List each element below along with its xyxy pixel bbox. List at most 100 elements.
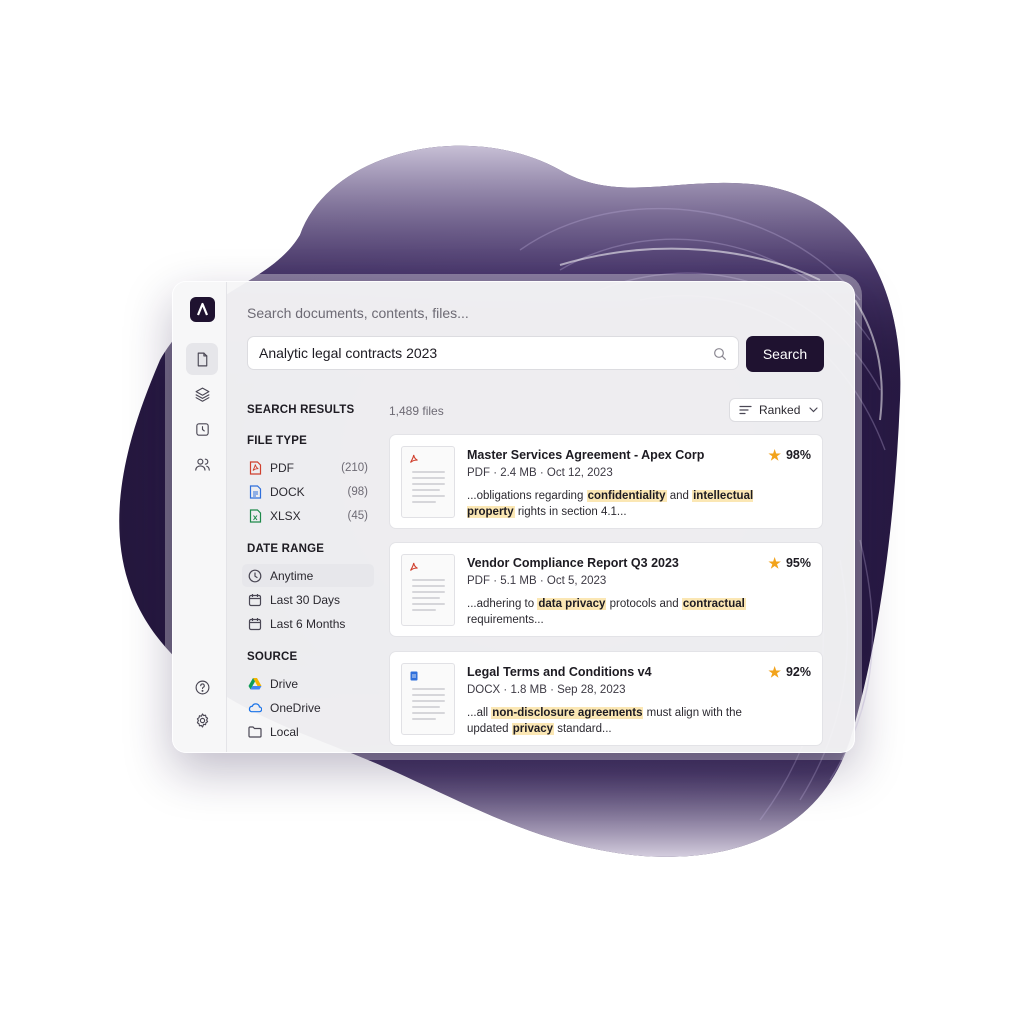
- relevance-score: ★ 95%: [768, 556, 811, 570]
- relevance-score: ★ 98%: [768, 448, 811, 462]
- result-snippet: ...all non-disclosure agreements must al…: [467, 705, 777, 737]
- snippet-text: ...all: [467, 707, 492, 719]
- search-hint: Search documents, contents, files...: [247, 305, 469, 321]
- snippet-text: standard...: [554, 723, 612, 735]
- pdf-thumbnail: [401, 554, 455, 626]
- snippet-text: ...adhering to: [467, 598, 538, 610]
- result-card[interactable]: Master Services Agreement - Apex Corp PD…: [389, 434, 823, 529]
- filter-date-last-6-months[interactable]: Last 6 Months: [242, 612, 374, 635]
- rail-help-button[interactable]: [186, 671, 218, 703]
- filter-count: (210): [341, 461, 368, 474]
- rail-users-button[interactable]: [186, 448, 218, 480]
- google-drive-icon: [248, 677, 262, 691]
- rail-layers-button[interactable]: [186, 378, 218, 410]
- sort-label: Ranked: [759, 403, 801, 417]
- snippet-text: requirements...: [467, 614, 544, 626]
- filter-date-anytime[interactable]: Anytime: [242, 564, 374, 587]
- result-title[interactable]: Vendor Compliance Report Q3 2023: [467, 556, 679, 570]
- result-card[interactable]: Vendor Compliance Report Q3 2023 PDF · 5…: [389, 542, 823, 637]
- app-window: Search documents, contents, files... Sea…: [172, 281, 855, 753]
- star-icon: ★: [768, 664, 781, 680]
- snippet-highlight: confidentiality: [586, 490, 667, 502]
- sort-dropdown[interactable]: Ranked: [729, 398, 823, 422]
- chevron-down-icon: [809, 407, 818, 413]
- document-icon: [197, 352, 207, 366]
- layers-icon: [195, 387, 209, 402]
- date-range-heading: DATE RANGE: [247, 543, 325, 555]
- folder-icon: [248, 725, 262, 739]
- snippet-text: protocols and: [606, 598, 682, 610]
- result-snippet: ...adhering to data privacy protocols an…: [467, 596, 777, 628]
- filter-count: (98): [347, 485, 368, 498]
- doc-file-icon: [248, 484, 262, 499]
- logo-mark-icon: [196, 302, 209, 316]
- filter-file-type-pdf[interactable]: PDF (210): [242, 456, 374, 479]
- star-icon: ★: [768, 447, 781, 463]
- rail-settings-button[interactable]: [186, 704, 218, 736]
- results-count: 1,489 files: [389, 404, 444, 418]
- filter-source-drive[interactable]: Drive: [242, 672, 374, 695]
- clock-icon: [248, 569, 262, 583]
- app-logo[interactable]: [190, 297, 215, 322]
- filter-label: PDF: [270, 460, 294, 475]
- filter-label: DOCK: [270, 484, 305, 499]
- pdf-file-icon: [248, 460, 262, 475]
- search-button[interactable]: Search: [746, 336, 824, 372]
- docx-thumbnail: [401, 663, 455, 735]
- relevance-score: ★ 92%: [768, 665, 811, 679]
- result-title[interactable]: Legal Terms and Conditions v4: [467, 665, 652, 679]
- score-value: 95%: [785, 556, 811, 570]
- filter-source-local[interactable]: Local: [242, 720, 374, 743]
- snippet-text: ...obligations regarding: [467, 490, 587, 502]
- snippet-text: rights in section 4.1...: [514, 506, 627, 518]
- filter-label: Last 6 Months: [270, 616, 346, 631]
- snippet-text: and: [666, 490, 693, 502]
- gear-icon: [196, 712, 208, 728]
- result-snippet: ...obligations regarding confidentiality…: [467, 488, 777, 520]
- filter-label: Last 30 Days: [270, 592, 341, 607]
- filter-file-type-dock[interactable]: DOCK (98): [242, 480, 374, 503]
- file-type-heading: FILE TYPE: [247, 435, 307, 447]
- snippet-highlight: data privacy: [537, 598, 607, 610]
- help-icon: [195, 680, 209, 694]
- filter-date-last-30-days[interactable]: Last 30 Days: [242, 588, 374, 611]
- filter-file-type-xlsx[interactable]: XLSX (45): [242, 504, 374, 527]
- filter-count: (45): [347, 509, 368, 522]
- onedrive-cloud-icon: [248, 701, 262, 715]
- main-panel: Search documents, contents, files... Sea…: [226, 282, 854, 752]
- result-title[interactable]: Master Services Agreement - Apex Corp: [467, 448, 704, 462]
- filter-label: XLSX: [270, 508, 301, 523]
- pdf-icon: [410, 562, 418, 571]
- search-field[interactable]: [247, 336, 739, 370]
- score-value: 98%: [785, 448, 811, 462]
- nav-rail: [173, 282, 227, 752]
- docx-icon: [410, 671, 418, 681]
- search-input[interactable]: [259, 345, 699, 361]
- result-meta: PDF · 2.4 MB · Oct 12, 2023: [467, 467, 613, 479]
- xlsx-file-icon: [248, 508, 262, 523]
- sort-lines-icon: [739, 405, 752, 415]
- snippet-highlight: non-disclosure agreements: [491, 707, 644, 719]
- search-icon[interactable]: [712, 346, 728, 362]
- filter-source-onedrive[interactable]: OneDrive: [242, 696, 374, 719]
- result-card[interactable]: Legal Terms and Conditions v4 DOCX · 1.8…: [389, 651, 823, 746]
- source-heading: SOURCE: [247, 651, 298, 663]
- score-value: 92%: [785, 665, 811, 679]
- calendar-icon: [248, 593, 262, 607]
- snippet-highlight: privacy: [511, 723, 555, 735]
- rail-history-button[interactable]: [186, 413, 218, 445]
- rail-documents-button[interactable]: [186, 343, 218, 375]
- search-results-heading: SEARCH RESULTS: [247, 404, 355, 416]
- users-icon: [194, 458, 210, 471]
- filter-label: Anytime: [270, 568, 314, 583]
- pdf-thumbnail: [401, 446, 455, 518]
- snippet-highlight: contractual: [681, 598, 746, 610]
- filter-label: OneDrive: [270, 700, 321, 715]
- filter-label: Drive: [270, 676, 299, 691]
- filter-label: Local: [270, 724, 299, 739]
- calendar-icon: [248, 617, 262, 631]
- result-meta: PDF · 5.1 MB · Oct 5, 2023: [467, 575, 607, 587]
- result-meta: DOCX · 1.8 MB · Sep 28, 2023: [467, 684, 626, 696]
- star-icon: ★: [768, 555, 781, 571]
- history-icon: [195, 422, 209, 436]
